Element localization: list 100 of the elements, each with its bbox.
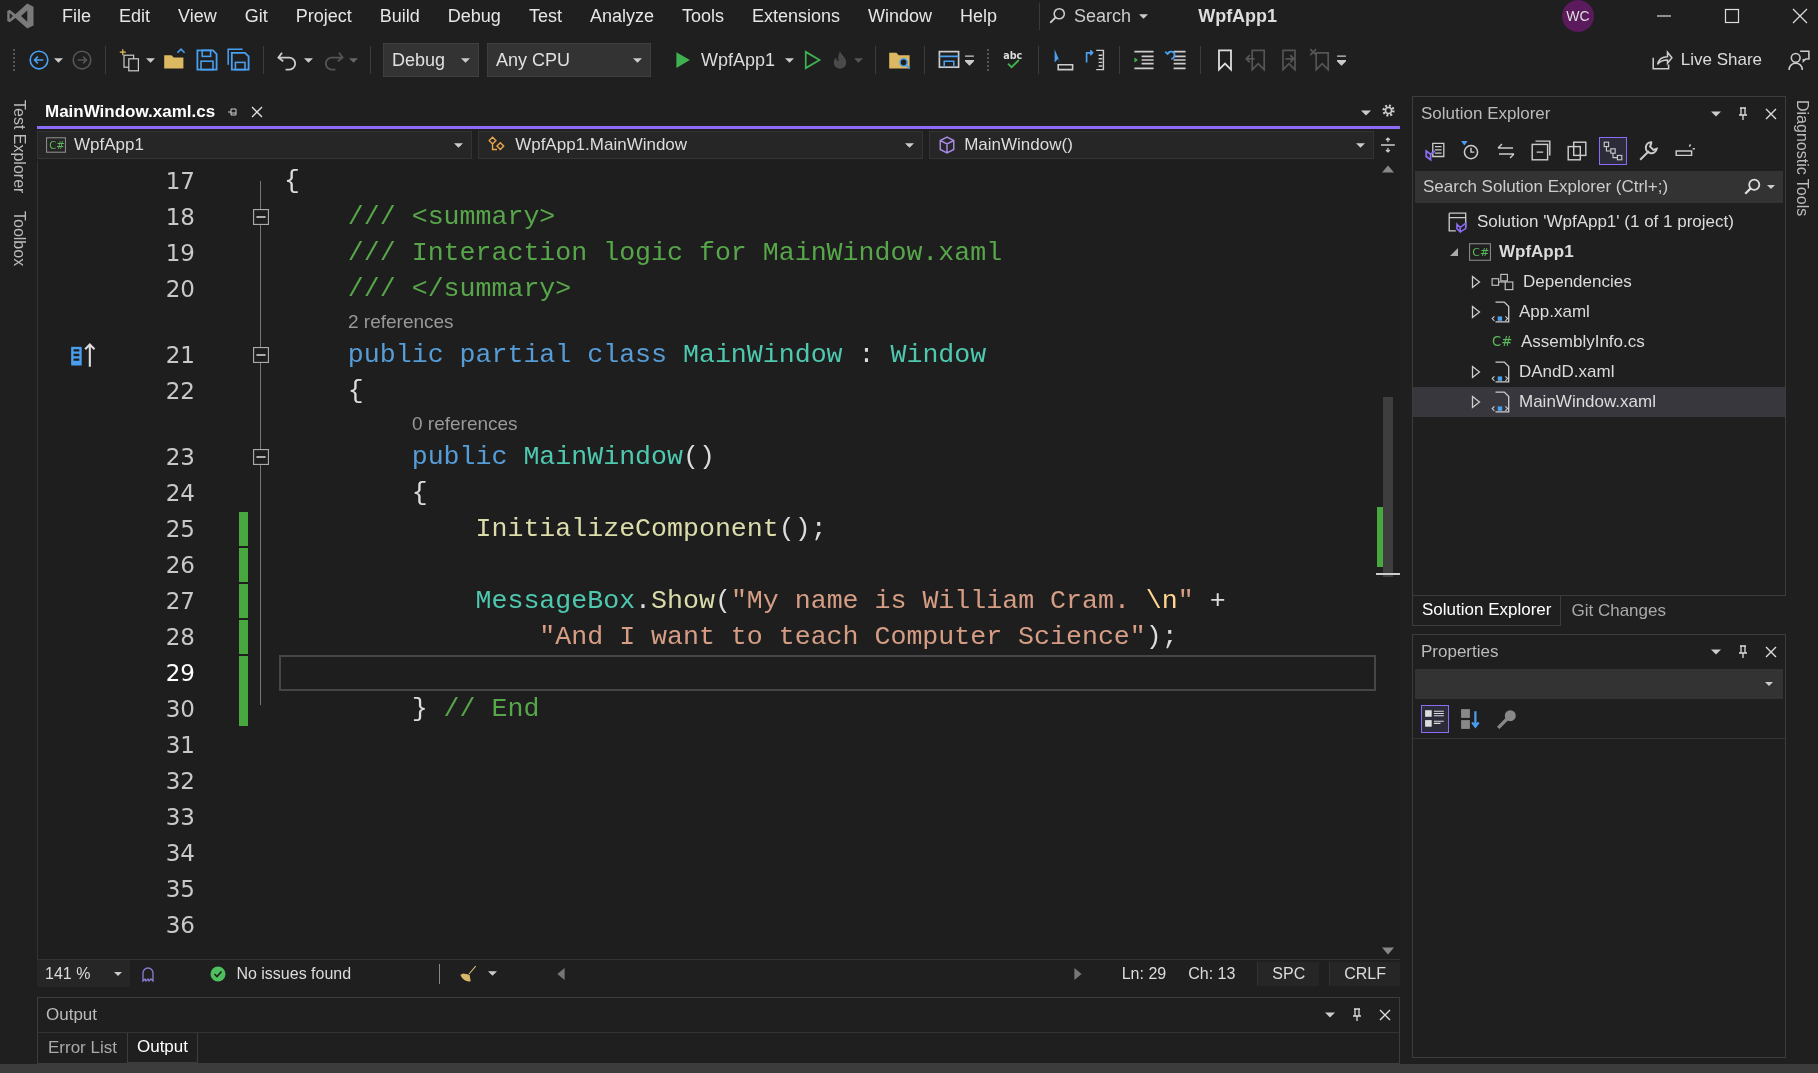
side-tab[interactable]: Diagnostic Tools — [1793, 100, 1811, 217]
search-button[interactable]: Search — [1039, 2, 1157, 30]
expanded-arrow-icon[interactable] — [1449, 247, 1459, 257]
csharp-project-icon: C# — [1469, 243, 1491, 261]
tree-view-icon[interactable] — [1599, 137, 1627, 165]
tree-item[interactable]: DAndD.xaml — [1413, 357, 1785, 387]
new-item-icon[interactable] — [118, 48, 142, 72]
scroll-left-icon[interactable] — [557, 967, 566, 980]
broom-icon[interactable] — [460, 964, 479, 983]
collapse-icon[interactable] — [253, 209, 269, 225]
tree-item[interactable]: MainWindow.xaml — [1413, 387, 1785, 417]
line-indicator[interactable]: Ln: 29 — [1121, 964, 1167, 983]
caret-icon[interactable] — [1361, 108, 1371, 118]
navigation-dropdown[interactable]: MainWindow() — [929, 131, 1375, 159]
caret-icon[interactable] — [785, 55, 795, 65]
zoom-dropdown[interactable]: 141 % — [37, 960, 131, 987]
caret-icon[interactable] — [146, 55, 155, 65]
play-outline-icon[interactable] — [802, 50, 823, 70]
csharp-project-icon: C# — [46, 137, 66, 153]
caret-icon — [905, 140, 915, 150]
ghost-icon[interactable] — [140, 965, 157, 982]
pin-icon[interactable] — [1737, 107, 1749, 121]
tree-item[interactable]: C# AssemblyInfo.cs — [1413, 327, 1785, 357]
implementation-glyph-icon[interactable] — [70, 341, 98, 369]
scroll-down-icon[interactable] — [1382, 947, 1394, 955]
menu-item[interactable]: Tools — [667, 1, 738, 31]
maximize-icon[interactable] — [1724, 8, 1740, 24]
menu-item[interactable]: File — [48, 1, 105, 31]
side-tab[interactable]: Toolbox — [9, 211, 28, 267]
save-all-icon[interactable] — [227, 48, 251, 72]
caret-icon[interactable] — [965, 54, 975, 66]
line-number: 35 — [164, 876, 195, 902]
menu-item[interactable]: Analyze — [575, 1, 668, 31]
caret-icon[interactable] — [1711, 647, 1721, 657]
pin-icon[interactable] — [1737, 645, 1749, 659]
tree-item[interactable]: Dependencies — [1413, 267, 1785, 297]
column-indicator[interactable]: Ch: 13 — [1188, 964, 1236, 983]
scroll-up-icon[interactable] — [1382, 165, 1394, 173]
panel-tab[interactable]: Output — [126, 1033, 198, 1063]
menu-item[interactable]: Debug — [433, 1, 515, 31]
navigation-dropdown[interactable]: C# WpfApp1 — [37, 131, 473, 159]
scroll-right-icon[interactable] — [1073, 967, 1082, 980]
feedback-person-icon[interactable] — [1788, 49, 1810, 71]
start-debugging-button[interactable]: WpfApp1 — [667, 45, 782, 75]
close-icon[interactable] — [1792, 8, 1808, 24]
configuration-dropdown[interactable]: Debug — [383, 43, 479, 77]
indent-icon[interactable] — [1132, 48, 1157, 72]
panel-tab[interactable]: Error List — [38, 1033, 127, 1063]
save-icon[interactable] — [195, 48, 219, 72]
overflow-caret-icon[interactable] — [1337, 54, 1347, 66]
settings-icon[interactable] — [1381, 103, 1396, 118]
collapsed-arrow-icon[interactable] — [1471, 275, 1481, 289]
live-share-button[interactable]: Live Share — [1650, 49, 1762, 71]
user-avatar[interactable]: WC — [1562, 0, 1594, 32]
pin-icon[interactable] — [1351, 1008, 1363, 1022]
menu-item[interactable]: Window — [854, 1, 947, 31]
tree-item[interactable]: C# WpfApp1 — [1413, 237, 1785, 267]
platform-dropdown[interactable]: Any CPU — [487, 43, 651, 77]
panel-tab[interactable]: Solution Explorer — [1412, 596, 1562, 626]
split-icon[interactable] — [1380, 137, 1396, 153]
search-icon — [1048, 7, 1067, 25]
panel-tab[interactable]: Git Changes — [1561, 596, 1676, 626]
collapse-icon[interactable] — [253, 347, 269, 363]
outdent-icon[interactable] — [1164, 48, 1189, 72]
issues-status[interactable]: No issues found — [236, 964, 352, 983]
caret-icon[interactable] — [1711, 109, 1721, 119]
search-field[interactable]: Search Solution Explorer (Ctrl+;) — [1415, 171, 1783, 203]
pin-icon[interactable] — [227, 105, 240, 118]
close-icon[interactable] — [251, 105, 264, 118]
caret-icon[interactable] — [488, 969, 498, 978]
line-endings-indicator[interactable]: CRLF — [1329, 961, 1400, 986]
tree-item[interactable]: Solution 'WpfApp1' (1 of 1 project) — [1413, 207, 1785, 237]
close-icon[interactable] — [1765, 108, 1777, 120]
caret-icon[interactable] — [1767, 183, 1775, 191]
collapsed-arrow-icon[interactable] — [1471, 395, 1481, 409]
menu-item[interactable]: Extensions — [737, 1, 855, 31]
window-title: WpfApp1 — [1198, 5, 1278, 27]
side-tab[interactable]: Test Explorer — [9, 100, 28, 194]
menu-item[interactable]: Test — [514, 1, 576, 31]
menu-item[interactable]: View — [164, 1, 231, 31]
menu-item[interactable]: Edit — [105, 1, 165, 31]
code-lens-references[interactable]: 0 references — [402, 413, 1376, 435]
close-icon[interactable] — [1379, 1009, 1391, 1021]
navigation-dropdown[interactable]: WpfApp1.MainWindow — [478, 131, 924, 159]
menu-item[interactable]: Help — [946, 1, 1012, 31]
scroll-thumb[interactable] — [1383, 397, 1393, 577]
collapsed-arrow-icon[interactable] — [1471, 305, 1481, 319]
caret-icon[interactable] — [54, 55, 63, 65]
close-icon[interactable] — [1765, 646, 1777, 658]
caret-icon[interactable] — [304, 55, 313, 65]
collapse-icon[interactable] — [253, 449, 269, 465]
menu-item[interactable]: Project — [281, 1, 366, 31]
whitespace-indicator[interactable]: SPC — [1257, 961, 1320, 986]
code-lens-references[interactable]: 2 references — [338, 311, 1376, 333]
caret-icon[interactable] — [1325, 1010, 1335, 1020]
menu-item[interactable]: Build — [365, 1, 434, 31]
categorized-icon[interactable] — [1421, 704, 1449, 733]
menu-item[interactable]: Git — [230, 1, 282, 31]
tree-item[interactable]: App.xaml — [1413, 297, 1785, 327]
collapsed-arrow-icon[interactable] — [1471, 365, 1481, 379]
